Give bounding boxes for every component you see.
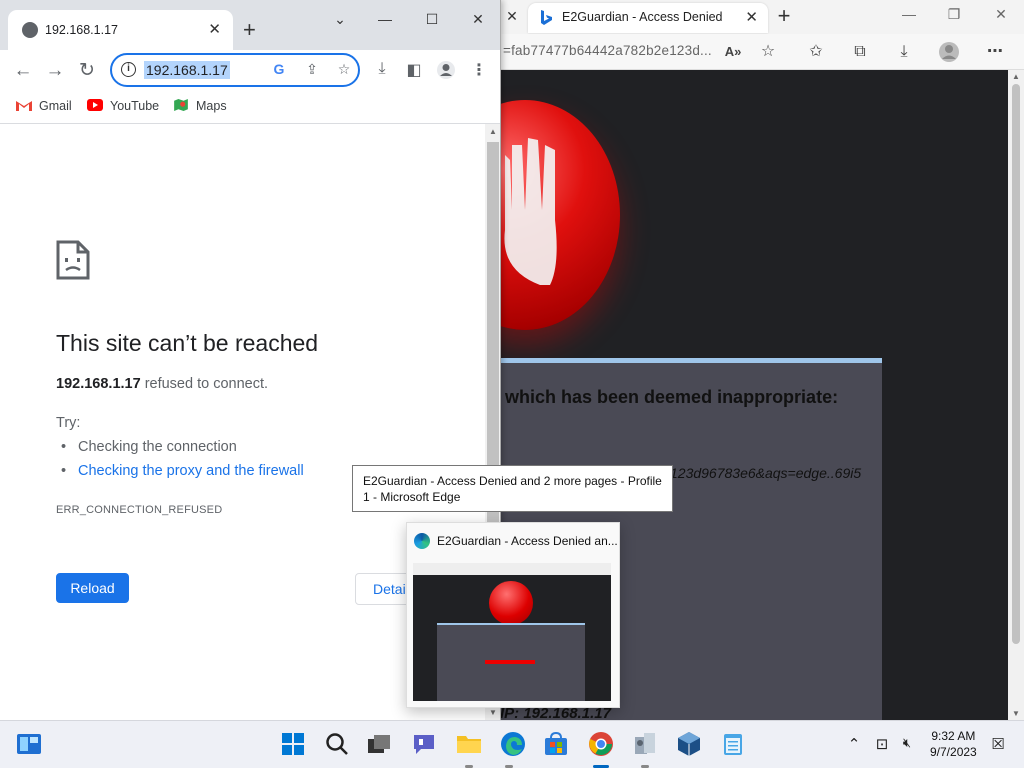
clock-time: 9:32 AM — [931, 729, 976, 743]
store-icon[interactable] — [543, 731, 569, 757]
address-input[interactable]: 192.168.1.17 — [144, 61, 230, 79]
scroll-down-icon[interactable]: ▼ — [489, 708, 497, 717]
add-favorite-icon[interactable]: ☆ — [757, 41, 779, 63]
side-panel-icon[interactable]: ◧ — [403, 60, 425, 80]
profile-icon[interactable] — [435, 60, 457, 85]
maps-icon — [174, 99, 188, 111]
restore-button[interactable]: ❐ — [940, 6, 968, 23]
stop-hand-logo — [489, 581, 533, 625]
forward-icon[interactable]: → — [43, 60, 67, 82]
scroll-thumb[interactable] — [1012, 84, 1020, 644]
sad-page-icon — [56, 240, 90, 280]
edge-tab-active[interactable]: E2Guardian - Access Denied ✕ — [528, 3, 768, 33]
google-lens-icon[interactable]: G — [270, 61, 288, 77]
edge-icon — [414, 533, 430, 549]
try-label: Try: — [56, 415, 81, 431]
task-view-icon[interactable] — [366, 731, 392, 757]
address-bar[interactable]: i 192.168.1.17 G ⇪ ☆ — [110, 53, 360, 87]
bookmarks-bar: Gmail YouTube Maps — [0, 92, 500, 124]
suggestion-item: Checking the connection — [61, 439, 304, 463]
widgets-icon[interactable] — [16, 731, 42, 757]
close-icon[interactable]: ✕ — [502, 6, 522, 26]
notifications-icon[interactable]: ☒ — [987, 735, 1009, 753]
scroll-up-icon[interactable]: ▲ — [489, 127, 497, 136]
chat-icon[interactable] — [411, 731, 437, 757]
chrome-toolbar: ← → ↻ i 192.168.1.17 G ⇪ ☆ ⤓ ◧ ⋮ — [0, 50, 500, 92]
new-tab-button[interactable]: + — [772, 3, 796, 29]
sound-muted-icon[interactable]: 🔇︎ — [896, 735, 918, 751]
tab-close-icon[interactable]: ✕ — [208, 20, 221, 38]
youtube-icon — [87, 99, 103, 111]
maximize-button[interactable]: ☐ — [417, 11, 447, 28]
blocked-reason-text: which has been deemed inappropriate: — [505, 387, 839, 407]
show-hidden-icons[interactable]: ⌃ — [843, 735, 865, 753]
taskbar: ⌃ ⊡ 🔇︎ 9:32 AM 9/7/2023 ☒ — [0, 720, 1024, 768]
error-host: 192.168.1.17 — [56, 376, 141, 392]
minimize-button[interactable]: — — [895, 6, 923, 22]
download-icon[interactable]: ⤓ — [371, 60, 393, 78]
share-icon[interactable]: ⇪ — [303, 61, 321, 78]
network-icon[interactable]: ⊡ — [871, 735, 893, 753]
bookmark-label: Maps — [196, 99, 227, 113]
suggestion-list: Checking the connection Checking the pro… — [61, 439, 304, 487]
error-heading: This site can’t be reached — [56, 330, 319, 356]
collections-icon[interactable]: ⧉ — [849, 41, 871, 63]
suggestion-link-proxy[interactable]: Checking the proxy and the firewall — [61, 463, 304, 487]
more-menu-icon[interactable]: ⋮ — [468, 60, 490, 80]
bookmark-star-icon[interactable]: ☆ — [335, 61, 353, 78]
taskbar-tooltip: E2Guardian - Access Denied and 2 more pa… — [352, 465, 673, 512]
preview-title: E2Guardian - Access Denied an... — [437, 534, 618, 548]
more-options-icon[interactable]: ⋯ — [984, 41, 1006, 63]
chrome-icon[interactable] — [588, 731, 614, 757]
chrome-tab-bar: 192.168.1.17 ✕ + ⌄ — ☐ ✕ — [0, 0, 500, 50]
new-tab-button[interactable]: + — [243, 17, 256, 43]
back-icon[interactable]: ← — [11, 60, 35, 82]
preview-thumbnail[interactable] — [413, 563, 611, 701]
clock-date: 9/7/2023 — [930, 745, 977, 759]
globe-icon — [22, 22, 38, 38]
taskbar-window-preview[interactable]: E2Guardian - Access Denied an... — [406, 522, 620, 708]
admin-tool-icon[interactable] — [632, 731, 658, 757]
window-close-button[interactable]: ✕ — [463, 11, 493, 28]
bookmark-label: YouTube — [110, 99, 160, 113]
chrome-tab-title: 192.168.1.17 — [45, 23, 118, 37]
refresh-icon[interactable]: ↻ — [75, 60, 99, 82]
info-icon[interactable]: i — [121, 62, 136, 77]
thumbnail-panel — [437, 623, 585, 701]
thumbnail-toolbar — [413, 563, 611, 575]
edge-address-text[interactable]: =fab77477b64442a782b2e123d... — [503, 43, 712, 58]
edge-scrollbar[interactable]: ▲ ▼ — [1008, 70, 1024, 720]
notepad-icon[interactable] — [720, 731, 746, 757]
thumbnail-red-text — [485, 660, 535, 664]
minimize-button[interactable]: — — [370, 11, 400, 27]
tab-close-icon[interactable]: ✕ — [745, 8, 758, 26]
gmail-icon — [16, 101, 32, 111]
virtualbox-icon[interactable] — [676, 731, 702, 757]
favorites-icon[interactable]: ✩ — [805, 41, 827, 63]
scroll-down-icon[interactable]: ▼ — [1012, 709, 1020, 718]
profile-icon[interactable] — [938, 41, 960, 63]
blocked-url-text: 123d96783e6&aqs=edge..69i5 — [670, 465, 862, 481]
scroll-up-icon[interactable]: ▲ — [1012, 72, 1020, 81]
bookmark-maps[interactable]: Maps — [173, 99, 227, 113]
bing-icon — [541, 10, 552, 25]
chrome-tab-active[interactable]: 192.168.1.17 ✕ — [8, 10, 233, 50]
error-refused-text: refused to connect. — [140, 376, 269, 392]
file-explorer-icon[interactable] — [456, 731, 482, 757]
bookmark-label: Gmail — [39, 99, 72, 113]
downloads-icon[interactable]: ⤓ — [893, 41, 915, 63]
clock[interactable]: 9:32 AM 9/7/2023 — [930, 728, 977, 760]
bookmark-youtube[interactable]: YouTube — [87, 99, 159, 113]
search-icon[interactable] — [324, 731, 350, 757]
window-close-button[interactable]: ✕ — [987, 6, 1015, 23]
edge-tab-title: E2Guardian - Access Denied — [562, 10, 723, 24]
start-icon[interactable] — [280, 731, 306, 757]
bookmark-gmail[interactable]: Gmail — [16, 99, 72, 113]
reload-button[interactable]: Reload — [56, 573, 129, 603]
read-aloud-icon[interactable]: A» — [722, 41, 744, 63]
edge-icon[interactable] — [500, 731, 526, 757]
error-code: ERR_CONNECTION_REFUSED — [56, 504, 223, 516]
chevron-down-icon[interactable]: ⌄ — [325, 11, 355, 28]
error-subtext: 192.168.1.17 refused to connect. — [56, 376, 268, 392]
